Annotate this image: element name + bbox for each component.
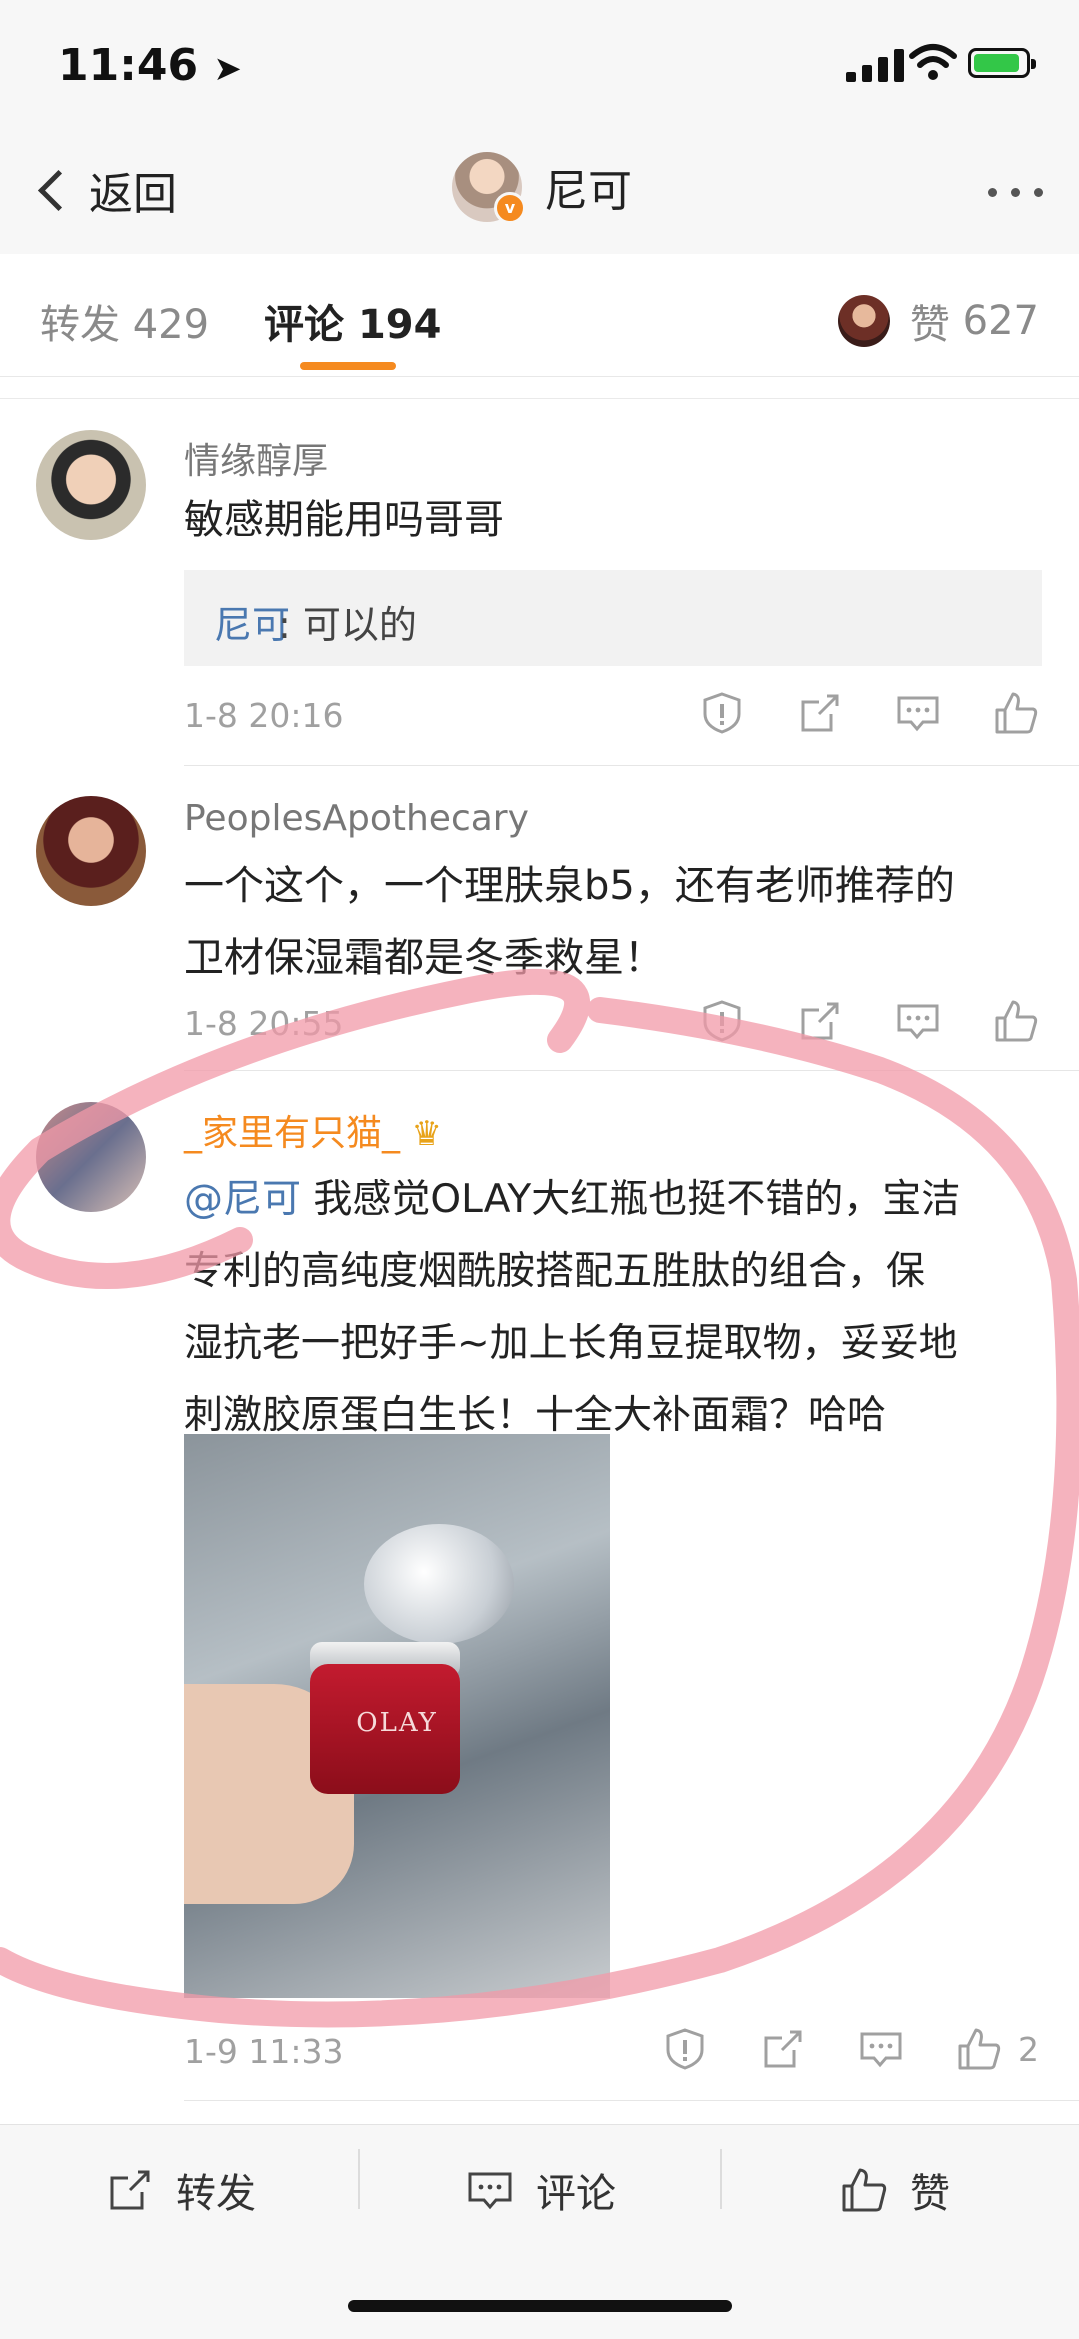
tab-comments-label: 评论 [264, 302, 344, 348]
liker-avatar [837, 295, 890, 347]
comment-label: 评论 [536, 2171, 616, 2217]
back-label: 返回 [89, 169, 177, 220]
tab-reposts-count: 429 [132, 302, 210, 348]
comment-icon[interactable] [895, 998, 941, 1044]
mention-link[interactable]: @尼可 [184, 1177, 301, 1222]
comment-icon[interactable] [858, 2026, 904, 2072]
divider [184, 1070, 1079, 1071]
comment-time: 1-8 20:16 [184, 696, 344, 735]
like-count: 2 [1018, 2029, 1039, 2069]
comment-actions: 2 [662, 2026, 1039, 2072]
divider [0, 398, 1079, 399]
comment-text-line: 我感觉OLAY大红瓶也挺不错的，宝洁 [301, 1177, 961, 1222]
like-icon[interactable] [993, 690, 1039, 736]
comment-text: 一个这个，一个理肤泉b5，还有老师推荐的 卫材保湿霜都是冬季救星！ [184, 850, 1044, 994]
tab-reposts[interactable]: 转发 429 [40, 292, 209, 350]
share-icon [110, 2170, 150, 2210]
comment-author[interactable]: PeoplesApothecary [184, 798, 529, 839]
avatar[interactable] [36, 430, 146, 540]
tab-comments[interactable]: 评论 194 [264, 292, 441, 350]
comment-icon [468, 2172, 512, 2210]
status-bar: 11:46 ➤ [0, 0, 1079, 130]
like-icon [842, 2168, 887, 2212]
page-title: 尼可 [544, 166, 632, 217]
comment-author[interactable]: 情缘醇厚 [184, 432, 328, 484]
more-options-icon[interactable] [988, 188, 1043, 197]
like-icon[interactable] [956, 2026, 1002, 2072]
share-icon[interactable] [760, 2026, 806, 2072]
photo-jar-lid [364, 1524, 514, 1644]
cellular-signal-icon [846, 48, 904, 82]
share-icon[interactable] [797, 690, 843, 736]
comment-icon[interactable] [895, 690, 941, 736]
share-icon[interactable] [797, 998, 843, 1044]
comment-actions [699, 690, 1039, 736]
crown-icon: ♛ [411, 1114, 442, 1154]
tab-bar: 转发 429 评论 194 赞 627 [0, 254, 1079, 377]
report-icon[interactable] [699, 690, 745, 736]
tab-reposts-label: 转发 [40, 302, 120, 348]
comment-author[interactable]: _家里有只猫_ ♛ [184, 1104, 442, 1156]
avatar[interactable]: v [452, 152, 526, 224]
like-icon[interactable] [993, 998, 1039, 1044]
comment-text: @尼可 我感觉OLAY大红瓶也挺不错的，宝洁 专利的高纯度烟酰胺搭配五胜肽的组合… [184, 1164, 1044, 1452]
like-button[interactable]: 赞 [840, 2161, 950, 2219]
location-arrow-icon: ➤ [213, 49, 242, 89]
tab-likes-count: 627 [962, 298, 1039, 344]
battery-icon [968, 48, 1036, 78]
comment-text-line: 湿抗老一把好手~加上长角豆提取物，妥妥地 [184, 1321, 958, 1366]
comment-actions [699, 998, 1039, 1044]
divider [184, 765, 1079, 766]
avatar[interactable] [36, 796, 146, 906]
comment-time: 1-8 20:55 [184, 1004, 344, 1043]
comment-reply[interactable]: 尼可 : 可以的 [184, 570, 1042, 666]
comment-time: 1-9 11:33 [184, 2032, 344, 2071]
back-button[interactable]: 返回 [30, 160, 177, 220]
verified-badge: v [494, 192, 526, 224]
report-icon[interactable] [699, 998, 745, 1044]
comment-button[interactable]: 评论 [466, 2161, 616, 2219]
tab-likes-label: 赞 [909, 302, 950, 348]
comment-photo[interactable]: OLAY [184, 1434, 610, 1998]
nav-profile[interactable]: v 尼可 [452, 152, 632, 224]
divider [184, 2100, 1079, 2101]
comment-text: 敏感期能用吗哥哥 [184, 497, 504, 543]
home-indicator [348, 2300, 732, 2312]
repost-label: 转发 [176, 2171, 256, 2217]
status-time: 11:46 ➤ [58, 40, 242, 91]
chevron-left-icon [37, 169, 80, 211]
like-label: 赞 [910, 2171, 950, 2217]
avatar[interactable] [36, 1102, 146, 1212]
wifi-icon [909, 44, 957, 80]
nav-bar: 返回 v 尼可 [0, 130, 1079, 255]
photo-brand-label: OLAY [356, 1708, 438, 1738]
comment-text-line: 卫材保湿霜都是冬季救星！ [184, 935, 664, 981]
reply-text: : 可以的 [278, 603, 417, 647]
active-tab-indicator [300, 362, 396, 370]
comment-author-name: _家里有只猫_ [184, 1113, 401, 1154]
tab-likes[interactable]: 赞 627 [837, 292, 1039, 350]
tab-comments-count: 194 [357, 302, 442, 348]
report-icon[interactable] [662, 2026, 708, 2072]
comment-text-line: 一个这个，一个理肤泉b5，还有老师推荐的 [184, 863, 955, 909]
comment-text-line: 专利的高纯度烟酰胺搭配五胜肽的组合，保 [184, 1249, 926, 1294]
repost-button[interactable]: 转发 [106, 2161, 256, 2219]
divider [720, 2149, 722, 2209]
divider [358, 2149, 360, 2209]
